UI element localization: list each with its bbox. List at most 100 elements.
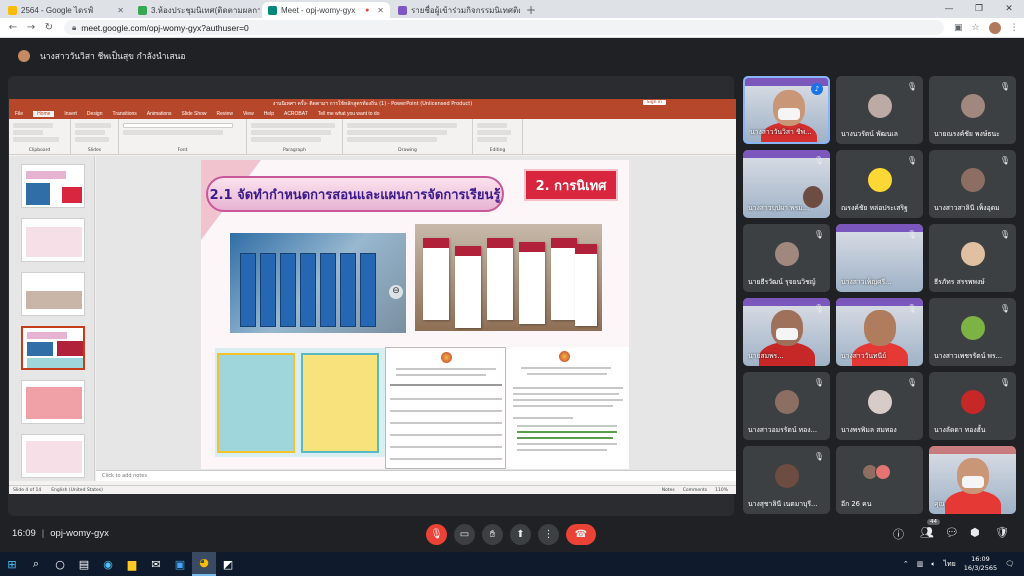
taskbar-clock[interactable]: 16:09 16/3/2565	[964, 555, 997, 573]
photos-icon[interactable]: ◩	[216, 558, 240, 571]
mic-off-icon: 🎙︎	[906, 82, 917, 91]
mail-icon[interactable]: ✉︎	[144, 558, 168, 571]
participant-tile[interactable]: 🎙︎ นางสาวอมรรัตน์ ทอง...	[743, 372, 830, 440]
network-icon[interactable]: ▥	[917, 560, 924, 568]
raise-hand-button[interactable]: ✋︎	[482, 524, 503, 545]
slide-section-badge: 2. การนิเทศ	[524, 169, 618, 201]
photo-posters	[215, 348, 385, 457]
profile-avatar[interactable]	[988, 21, 1001, 34]
close-window-button[interactable]: ✕	[994, 0, 1024, 18]
notes-button[interactable]: Notes	[662, 488, 675, 493]
slide-thumbnail[interactable]: 5	[21, 380, 85, 424]
menu-home[interactable]: Home	[33, 111, 55, 117]
menu-slideshow[interactable]: Slide Show	[182, 111, 207, 117]
participant-tile[interactable]: 🎙︎ นางสุชาลินี เนตมาบุรี...	[743, 446, 830, 514]
participant-tile[interactable]: 🎙︎ นางสาวเพ็ญศรี...	[836, 224, 923, 292]
participant-tile[interactable]: ♪ นางสาววันวิสา ชีพ...	[743, 76, 830, 144]
participant-tile[interactable]: 🎙︎ นางพรพิมล สมทอง	[836, 372, 923, 440]
more-options-button[interactable]: ⋮	[538, 524, 559, 545]
maximize-button[interactable]: ❐	[964, 0, 994, 18]
people-icon[interactable]: 👥︎	[920, 526, 934, 539]
bookmark-star-icon[interactable]: ☆	[972, 23, 980, 33]
tray-up-arrow-icon[interactable]: ⌃	[903, 560, 909, 568]
menu-insert[interactable]: Insert	[64, 111, 77, 117]
activities-icon[interactable]: ⬢	[970, 526, 980, 539]
zoom-level[interactable]: 110%	[715, 488, 728, 493]
input-language[interactable]: ไทย	[944, 559, 956, 570]
browser-tab-drive[interactable]: 2564 - Google ไดรฟ์ ✕	[2, 2, 130, 18]
sign-in-button[interactable]: Sign in	[642, 100, 666, 105]
browser-tab-forms[interactable]: รายชื่อผู้เข้าร่วมกิจกรรมนิเทศติดตามผลกา…	[392, 2, 520, 18]
host-controls-icon[interactable]: 🛡︎	[995, 526, 1009, 539]
more-participants-tile[interactable]: อีก 26 คน	[836, 446, 923, 514]
menu-view[interactable]: View	[243, 111, 254, 117]
participant-tile[interactable]: 🎙︎ นายสมพร...	[743, 298, 830, 366]
menu-design[interactable]: Design	[87, 111, 103, 117]
new-tab-button[interactable]: +	[520, 2, 542, 18]
browser-tab-strip: 2564 - Google ไดรฟ์ ✕ 3.ห้องประชุมนิเทศ(…	[0, 0, 1024, 18]
menu-transitions[interactable]: Transitions	[113, 111, 137, 117]
slide-thumbnail[interactable]: 1	[21, 164, 85, 208]
windows-start-icon[interactable]: ⊞	[0, 558, 24, 571]
lock-icon[interactable]: 🔒︎	[72, 23, 76, 33]
forward-arrow-icon[interactable]: →	[22, 22, 40, 33]
browser-menu-icon[interactable]: ⋮	[1010, 23, 1019, 33]
slide-thumbnail[interactable]: 2	[21, 218, 85, 262]
self-view-tile[interactable]: คุณ	[929, 446, 1016, 514]
ribbon-group-label: Editing	[489, 148, 506, 153]
drive-icon	[8, 5, 17, 15]
volume-icon[interactable]: 🔈︎	[931, 560, 935, 569]
task-view-icon[interactable]: ○	[48, 558, 72, 571]
comments-button[interactable]: Comments	[683, 488, 707, 493]
ppt-ribbon: Clipboard Slides Font Paragraph Drawing …	[9, 119, 736, 155]
browser-tab-meet[interactable]: Meet - opj-womy-gyx ● ✕	[262, 2, 390, 18]
reload-icon[interactable]: ↻	[40, 22, 58, 33]
url-input[interactable]: 🔒︎ meet.google.com/opj-womy-gyx?authuser…	[64, 20, 944, 35]
language-status[interactable]: English (United States)	[51, 488, 103, 493]
search-icon[interactable]: ⌕	[24, 557, 48, 571]
slide-thumbnail[interactable]: 6	[21, 434, 85, 478]
camera-permission-icon[interactable]: ▣	[954, 23, 963, 33]
file-explorer-icon[interactable]: ▆	[120, 558, 144, 571]
store-icon[interactable]: ▣	[168, 558, 192, 571]
participant-tile[interactable]: 🎙︎ นางนวรัตน์ พัฒนเล	[836, 76, 923, 144]
participant-tile[interactable]: 🎙︎ นางลัดดา ทองฮั้น	[929, 372, 1016, 440]
ribbon-group-font: Font	[119, 119, 247, 154]
participant-tile[interactable]: 🎙︎ นางสาวสาลินี เพ็งอุดม	[929, 150, 1016, 218]
participant-tile[interactable]: 🎙︎ นายธีรวัฒน์ รุจยนวิชญ์	[743, 224, 830, 292]
meeting-details-icon[interactable]: ⓘ	[893, 526, 904, 542]
participant-tile[interactable]: 🎙︎ นายณรงค์ชัย พงษ์ธนะ	[929, 76, 1016, 144]
notification-icon[interactable]: 🗨︎	[1005, 560, 1014, 568]
participant-tile[interactable]: 🎙︎ นางสาวเพชรรัตน์ พร...	[929, 298, 1016, 366]
present-screen-button[interactable]: ⬆︎	[510, 524, 531, 545]
close-tab-icon[interactable]: ✕	[377, 6, 384, 15]
edge-icon[interactable]: ◉	[96, 558, 120, 571]
participant-tile[interactable]: 🎙︎ นางสาวบุปผา พรม...	[743, 150, 830, 218]
video-pause-icon[interactable]: ⊖	[389, 285, 403, 299]
menu-animations[interactable]: Animations	[147, 111, 172, 117]
slide-thumbnail[interactable]: 3	[21, 272, 85, 316]
menu-tell-me[interactable]: Tell me what you want to do	[318, 111, 380, 117]
back-arrow-icon[interactable]: ←	[4, 22, 22, 33]
participant-tile[interactable]: 🎙︎ ธีรภัทร สรรพพงษ์	[929, 224, 1016, 292]
leave-call-button[interactable]: ☎︎	[566, 524, 596, 545]
menu-review[interactable]: Review	[217, 111, 233, 117]
slide-thumbnail-selected[interactable]: 4	[21, 326, 85, 370]
taskbar-date: 16/3/2565	[963, 564, 998, 572]
slide-canvas[interactable]: 2.1 จัดทำกำหนดการสอนและแผนการจัดการเรียน…	[201, 160, 629, 469]
multitask-icon[interactable]: ▤	[72, 558, 96, 571]
menu-acrobat[interactable]: ACROBAT	[284, 111, 308, 117]
menu-help[interactable]: Help	[264, 111, 274, 117]
mic-toggle-button[interactable]: 🎙︎	[426, 524, 447, 545]
participant-tile[interactable]: 🎙︎ นางสาววันทนีย์	[836, 298, 923, 366]
participant-tile[interactable]: 🎙︎ ณรงค์ชัย หล่อประเสริฐ	[836, 150, 923, 218]
chrome-icon[interactable]: ◕	[192, 552, 216, 576]
ppt-title-bar: งานนิเทศฯ ครั้ง- ติดตามฯ การใช้หลักสูตรท…	[9, 99, 736, 109]
chat-icon[interactable]: 💬︎	[945, 526, 959, 539]
camera-toggle-button[interactable]: ▭	[454, 524, 475, 545]
browser-tab-meeting-room[interactable]: 3.ห้องประชุมนิเทศ(ติดตามผลการนำนวัตกรรม …	[132, 2, 260, 18]
menu-file[interactable]: File	[15, 111, 23, 117]
notes-pane[interactable]: Click to add notes	[96, 470, 736, 481]
minimize-button[interactable]: —	[934, 0, 964, 18]
close-tab-icon[interactable]: ✕	[117, 6, 124, 15]
